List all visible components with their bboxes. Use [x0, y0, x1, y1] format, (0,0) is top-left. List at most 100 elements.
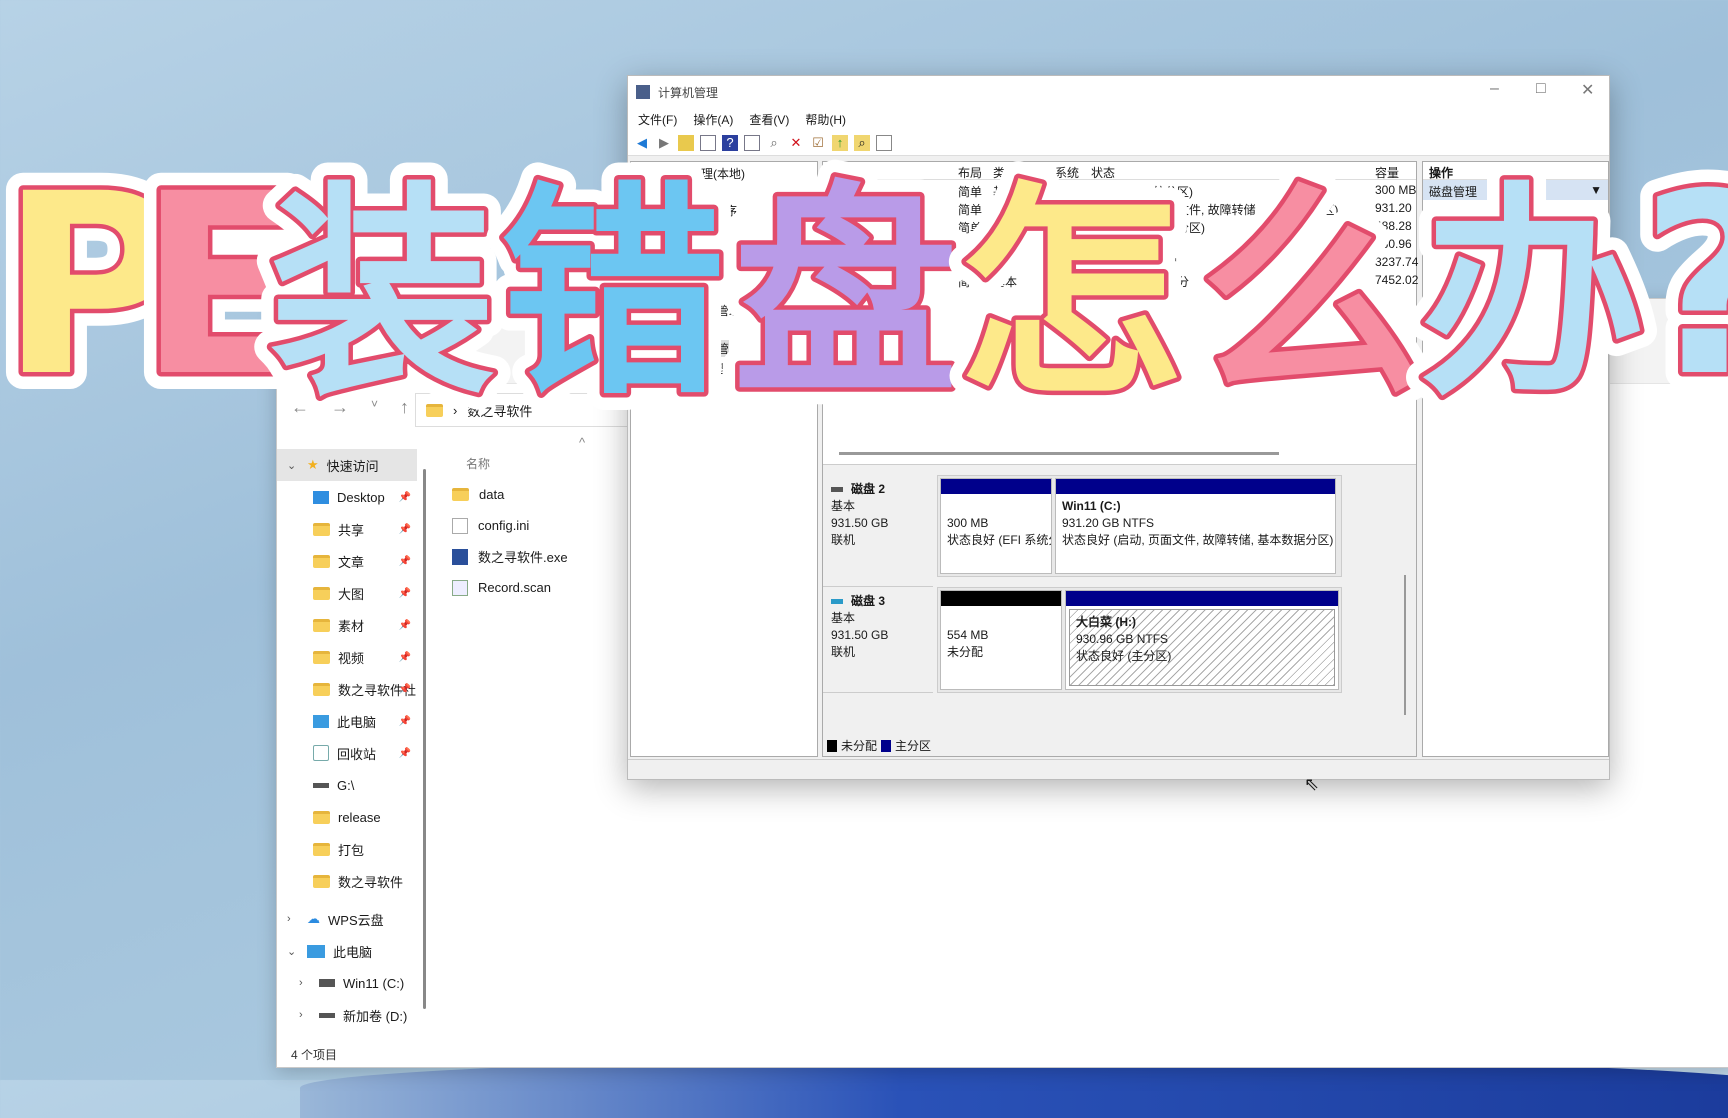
sidebar-item[interactable]: 素材 📌: [277, 609, 417, 641]
tree-item-device-manager[interactable]: 管理器: [717, 302, 753, 319]
partition-block[interactable]: 大白菜 (H:) 930.96 GB NTFS 状态良好 (主分区): [1065, 590, 1339, 690]
partition-block[interactable]: 554 MB 未分配: [940, 590, 1062, 690]
sidebar-item[interactable]: 此电脑 📌: [277, 705, 417, 737]
sidebar-item[interactable]: 打包: [277, 833, 417, 865]
pin-icon[interactable]: 📌: [399, 620, 411, 631]
sidebar-quick-access[interactable]: ⌄ ★ 快速访问: [277, 449, 417, 481]
partition-size: 931.20 GB NTFS: [1062, 516, 1155, 530]
navigation-scrollbar[interactable]: [423, 469, 426, 1009]
legend-label: 未分配: [841, 739, 878, 753]
tree-item-task-scheduler[interactable]: 划程序: [701, 202, 737, 219]
up-folder-icon[interactable]: [678, 134, 694, 151]
cell-filesystem: N: [1031, 255, 1040, 269]
sidebar-item[interactable]: 回收站 📌: [277, 737, 417, 769]
partition-block[interactable]: Win11 (C:) 931.20 GB NTFS 状态良好 (启动, 页面文件…: [1055, 478, 1336, 574]
properties-icon[interactable]: ☑: [810, 135, 826, 151]
sidebar-drive-d[interactable]: › 新加卷 (D:): [277, 999, 417, 1031]
menu-help[interactable]: 帮助(H): [805, 111, 846, 128]
pin-icon[interactable]: 📌: [399, 748, 411, 759]
menu-action[interactable]: 操作(A): [693, 111, 733, 128]
file-name: Record.scan: [478, 580, 551, 595]
show-tree-icon[interactable]: [700, 134, 716, 151]
disk-graphical-view: 磁盘 2 基本 931.50 GB 联机 300 MB 状态良好 (EFI 系统…: [823, 464, 1416, 756]
folder-icon: [313, 554, 330, 568]
menu-file[interactable]: 文件(F): [638, 111, 677, 128]
menu-view[interactable]: 查看(V): [749, 111, 789, 128]
sort-ascending-icon[interactable]: ^: [579, 435, 585, 450]
column-layout[interactable]: 布局: [958, 164, 982, 181]
sidebar-item[interactable]: 大图 📌: [277, 577, 417, 609]
sidebar-label: 此电脑: [333, 944, 373, 960]
pin-icon[interactable]: 📌: [399, 716, 411, 727]
pin-icon[interactable]: 📌: [399, 684, 411, 695]
pin-icon[interactable]: 📌: [399, 652, 411, 663]
volume-row[interactable]: 简单 基本 统分区) 300 MB: [823, 181, 1416, 199]
file-item[interactable]: Record.scan: [452, 572, 568, 603]
close-button[interactable]: ✕: [1581, 80, 1594, 100]
column-filesystem[interactable]: 系统: [1055, 164, 1079, 181]
volume-row[interactable]: 简单 N 数据分区) 488.28: [823, 217, 1416, 235]
export-icon[interactable]: ↑: [832, 134, 848, 151]
sidebar-item[interactable]: 数之寻软件社 📌: [277, 673, 417, 705]
help-icon[interactable]: ?: [722, 134, 738, 151]
action-pane-icon[interactable]: [744, 134, 760, 151]
pin-icon[interactable]: 📌: [399, 588, 411, 599]
sidebar-item[interactable]: Desktop 📌: [277, 481, 417, 513]
volume-row[interactable]: 简单 基本 N 数据 3237.74: [823, 253, 1418, 271]
explorer-tab-fragment[interactable]: 数之寻: [487, 309, 523, 326]
column-status[interactable]: 状态: [1091, 164, 1115, 181]
exe-icon: [452, 548, 468, 565]
sidebar-item[interactable]: 数之寻软件: [277, 865, 417, 897]
delete-icon[interactable]: ✕: [788, 135, 804, 151]
graphical-view-scrollbar[interactable]: [1404, 575, 1406, 715]
legend-label: 主分区: [895, 739, 932, 753]
partition-block[interactable]: 300 MB 状态良好 (EFI 系统分区): [940, 478, 1052, 574]
search-icon[interactable]: ⌕: [854, 134, 870, 151]
column-capacity[interactable]: 容量: [1375, 164, 1399, 181]
sidebar-item[interactable]: G:\: [277, 769, 417, 801]
column-type[interactable]: 类型: [993, 164, 1017, 181]
forward-arrow-icon[interactable]: ▶: [656, 135, 672, 151]
volume-row[interactable]: 简单 N 区) 930.96: [823, 235, 1416, 253]
file-item[interactable]: config.ini: [452, 510, 568, 541]
sidebar-this-pc[interactable]: ⌄ 此电脑: [277, 935, 417, 967]
disk-info[interactable]: 磁盘 3 基本 931.50 GB 联机: [823, 587, 933, 693]
pin-icon[interactable]: 📌: [399, 524, 411, 535]
partition-status: 状态良好 (主分区): [1076, 649, 1172, 663]
action-disk-management[interactable]: 磁盘管理 ▼: [1423, 180, 1608, 200]
connect-icon[interactable]: ⌕: [766, 135, 782, 151]
checklist-icon[interactable]: [876, 134, 892, 151]
pin-icon[interactable]: 📌: [399, 556, 411, 567]
folder-icon: [313, 874, 330, 888]
volume-row[interactable]: 简单 页面文件, 故障转储, 基本数据分区) 931.20: [823, 199, 1416, 217]
tree-item-root[interactable]: 理(本地): [701, 165, 745, 182]
up-button[interactable]: ↑: [400, 397, 409, 418]
cell-status: 区): [1153, 239, 1169, 253]
sidebar-item[interactable]: release: [277, 801, 417, 833]
sidebar-label: 回收站: [337, 746, 377, 762]
sidebar-item[interactable]: 文章 📌: [277, 545, 417, 577]
navigation-pane: ⌄ ★ 快速访问 Desktop 📌 共享 📌 文章 📌 大图 📌 素材 📌 视频 📌 数之寻软件社 📌 此电脑…: [277, 449, 417, 1045]
volume-row[interactable]: 简单 基本 N 数据分 7452.02: [823, 271, 1418, 289]
back-button[interactable]: ←: [291, 397, 309, 418]
tree-item-disk-management[interactable]: 管: [717, 340, 730, 357]
column-header-name[interactable]: 名称: [452, 449, 568, 479]
monitor-icon: [313, 714, 329, 728]
sidebar-drive-c[interactable]: › Win11 (C:): [277, 967, 417, 999]
sidebar-item[interactable]: 视频 📌: [277, 641, 417, 673]
tree-item-services[interactable]: 理: [717, 360, 729, 377]
file-item[interactable]: data: [452, 479, 568, 510]
sidebar-wps-cloud[interactable]: › ☁ WPS云盘: [277, 903, 417, 935]
cell-capacity: 931.20: [1375, 201, 1412, 215]
minimize-button[interactable]: –: [1490, 80, 1499, 98]
horizontal-scrollbar[interactable]: [839, 452, 1279, 455]
windows-drive-icon: [319, 979, 335, 987]
forward-button[interactable]: →: [331, 397, 349, 418]
disk-info[interactable]: 磁盘 2 基本 931.50 GB 联机: [823, 475, 933, 587]
sidebar-item[interactable]: 共享 📌: [277, 513, 417, 545]
file-item[interactable]: 数之寻软件.exe: [452, 541, 568, 572]
recent-dropdown-button[interactable]: ˅: [371, 397, 378, 418]
maximize-button[interactable]: □: [1536, 80, 1546, 98]
back-arrow-icon[interactable]: ◀: [634, 135, 650, 151]
pin-icon[interactable]: 📌: [399, 492, 411, 503]
